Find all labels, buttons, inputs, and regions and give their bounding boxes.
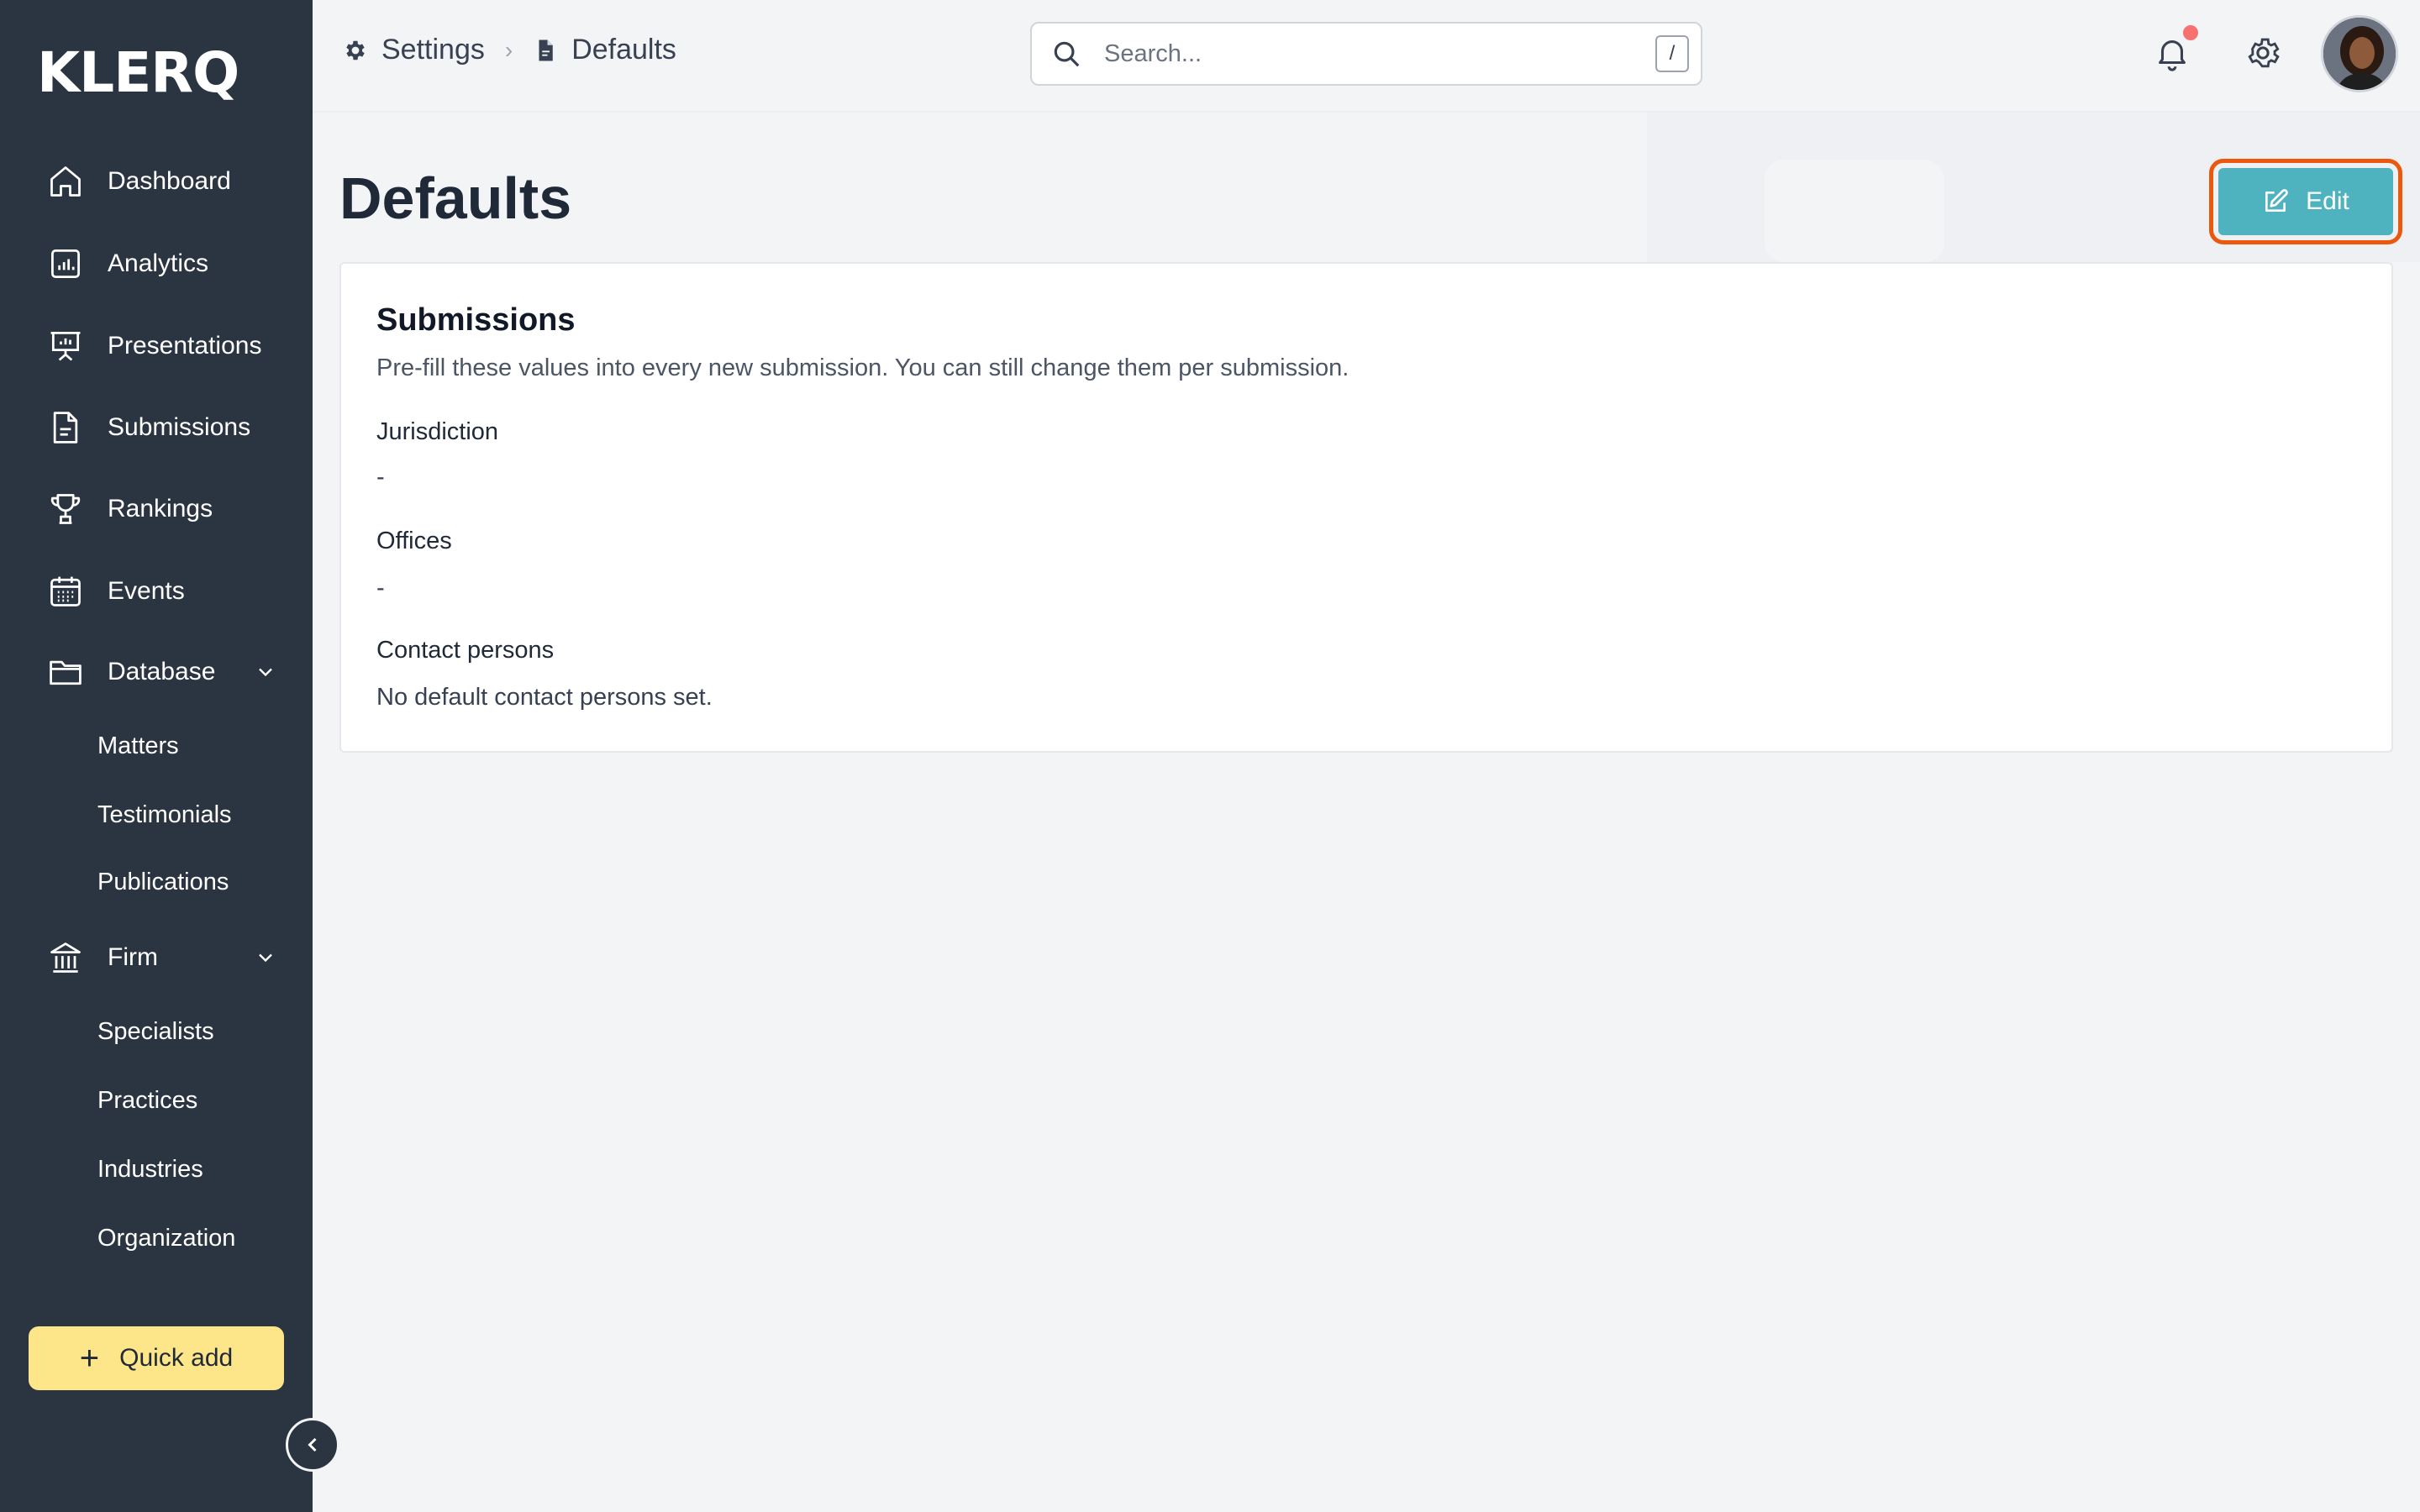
collapse-sidebar-button[interactable] [286, 1418, 339, 1472]
bell-icon[interactable] [2153, 34, 2191, 72]
chevron-left-icon [308, 1437, 317, 1452]
sidebar-subitem-industries[interactable]: Industries [97, 1156, 203, 1184]
sidebar-item-label: Dashboard [108, 167, 231, 195]
folder-icon [47, 654, 84, 690]
sidebar: KLERQ Dashboard Analytics Presentations … [0, 0, 313, 1512]
sidebar-subitem-practices[interactable]: Practices [97, 1087, 197, 1115]
document-icon [47, 409, 84, 446]
sidebar-item-label: Presentations [108, 332, 262, 360]
bank-icon [47, 939, 84, 976]
sidebar-item-dashboard[interactable]: Dashboard [47, 155, 299, 208]
sidebar-item-label: Firm [108, 943, 158, 971]
chevron-down-icon[interactable] [254, 946, 277, 969]
user-avatar[interactable] [2321, 15, 2398, 92]
sidebar-subitem-publications[interactable]: Publications [97, 869, 229, 896]
top-bar: Settings › Defaults / [313, 0, 2420, 113]
quick-add-label: Quick add [119, 1344, 234, 1372]
sidebar-subitem-specialists[interactable]: Specialists [97, 1018, 214, 1046]
sidebar-subitem-matters[interactable]: Matters [97, 732, 179, 760]
sidebar-item-analytics[interactable]: Analytics [47, 237, 299, 291]
edit-icon [2265, 189, 2288, 212]
submissions-defaults-card: Submissions Pre-fill these values into e… [339, 262, 2393, 753]
search-bar[interactable]: / [1030, 22, 1702, 86]
search-shortcut-key: / [1655, 35, 1689, 72]
settings-gear-icon[interactable] [2244, 34, 2282, 72]
breadcrumb-defaults[interactable]: Defaults [533, 34, 676, 66]
sidebar-item-submissions[interactable]: Submissions [47, 401, 299, 454]
background-decoration [1765, 160, 1944, 262]
calendar-icon [47, 573, 84, 610]
sidebar-item-label: Events [108, 577, 185, 605]
field-label-offices: Offices [376, 528, 452, 554]
edit-button-label: Edit [2306, 187, 2349, 215]
edit-button[interactable]: Edit [2209, 159, 2402, 244]
card-description: Pre-fill these values into every new sub… [376, 354, 1349, 381]
sidebar-item-label: Analytics [108, 249, 209, 277]
field-label-jurisdiction: Jurisdiction [376, 418, 499, 445]
breadcrumb-separator: › [504, 36, 513, 63]
trophy-icon [47, 491, 84, 528]
field-value-contact-persons: No default contact persons set. [376, 684, 713, 711]
field-label-contact-persons: Contact persons [376, 637, 555, 664]
sidebar-subitem-testimonials[interactable]: Testimonials [97, 801, 232, 829]
quick-add-button[interactable]: + Quick add [29, 1326, 284, 1390]
sidebar-item-label: Rankings [108, 495, 213, 522]
sidebar-item-label: Submissions [108, 413, 251, 441]
presentation-icon [47, 328, 84, 365]
plus-icon: + [79, 1340, 100, 1377]
sidebar-item-rankings[interactable]: Rankings [47, 482, 299, 536]
field-value-jurisdiction: - [376, 464, 385, 491]
sidebar-item-database[interactable]: Database [47, 645, 299, 699]
sidebar-item-presentations[interactable]: Presentations [47, 319, 299, 373]
app-logo[interactable]: KLERQ [37, 40, 239, 105]
gear-icon [346, 40, 365, 60]
breadcrumb: Settings › Defaults [343, 34, 676, 66]
page-title: Defaults [339, 165, 572, 231]
file-icon [539, 39, 553, 60]
card-title: Submissions [376, 302, 576, 338]
sidebar-subitem-organization[interactable]: Organization [97, 1225, 235, 1252]
analytics-icon [47, 245, 84, 282]
search-icon [1054, 41, 1080, 67]
home-icon [47, 163, 84, 200]
sidebar-item-firm[interactable]: Firm [47, 931, 299, 984]
search-input[interactable] [1104, 39, 1642, 68]
field-value-offices: - [376, 575, 385, 601]
sidebar-item-label: Database [108, 658, 216, 685]
breadcrumb-settings[interactable]: Settings [343, 34, 485, 66]
chevron-down-icon[interactable] [254, 660, 277, 684]
notification-dot [2183, 25, 2198, 40]
sidebar-item-events[interactable]: Events [47, 564, 299, 618]
